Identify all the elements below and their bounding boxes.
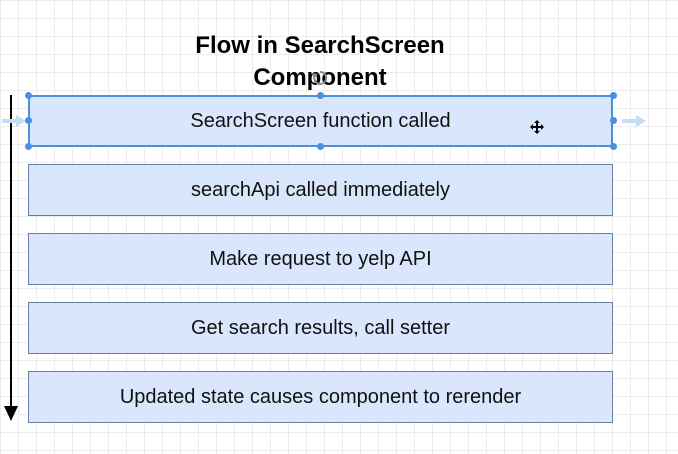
resize-handle-bottom-left[interactable]: [25, 143, 32, 150]
step-box-2[interactable]: searchApi called immediately: [28, 164, 613, 216]
move-cursor-icon: [530, 120, 544, 134]
step-label: SearchScreen function called: [190, 109, 451, 132]
resize-handle-bottom-center[interactable]: [317, 143, 324, 150]
connector-left-arrow-icon[interactable]: [0, 113, 26, 129]
resize-handle-top-right[interactable]: [610, 92, 617, 99]
step-box-5[interactable]: Updated state causes component to rerend…: [28, 371, 613, 423]
step-label: Make request to yelp API: [209, 247, 432, 270]
resize-handle-top-center[interactable]: [317, 92, 324, 99]
step-label: Updated state causes component to rerend…: [119, 385, 522, 408]
resize-handle-middle-right[interactable]: [610, 117, 617, 124]
title-line-1: Flow in SearchScreen: [195, 32, 445, 59]
connector-right-arrow-icon[interactable]: [620, 113, 646, 129]
step-label: Get search results, call setter: [191, 316, 450, 339]
step-label: searchApi called immediately: [190, 178, 450, 201]
step-box-1[interactable]: SearchScreen function called: [28, 95, 613, 147]
step-box-3[interactable]: Make request to yelp API: [28, 233, 613, 285]
resize-handle-top-left[interactable]: [25, 92, 32, 99]
rotate-handle-icon[interactable]: [312, 70, 328, 86]
flow-direction-arrow: [4, 95, 18, 421]
resize-handle-middle-left[interactable]: [25, 117, 32, 124]
resize-handle-bottom-right[interactable]: [610, 143, 617, 150]
step-box-4[interactable]: Get search results, call setter: [28, 302, 613, 354]
